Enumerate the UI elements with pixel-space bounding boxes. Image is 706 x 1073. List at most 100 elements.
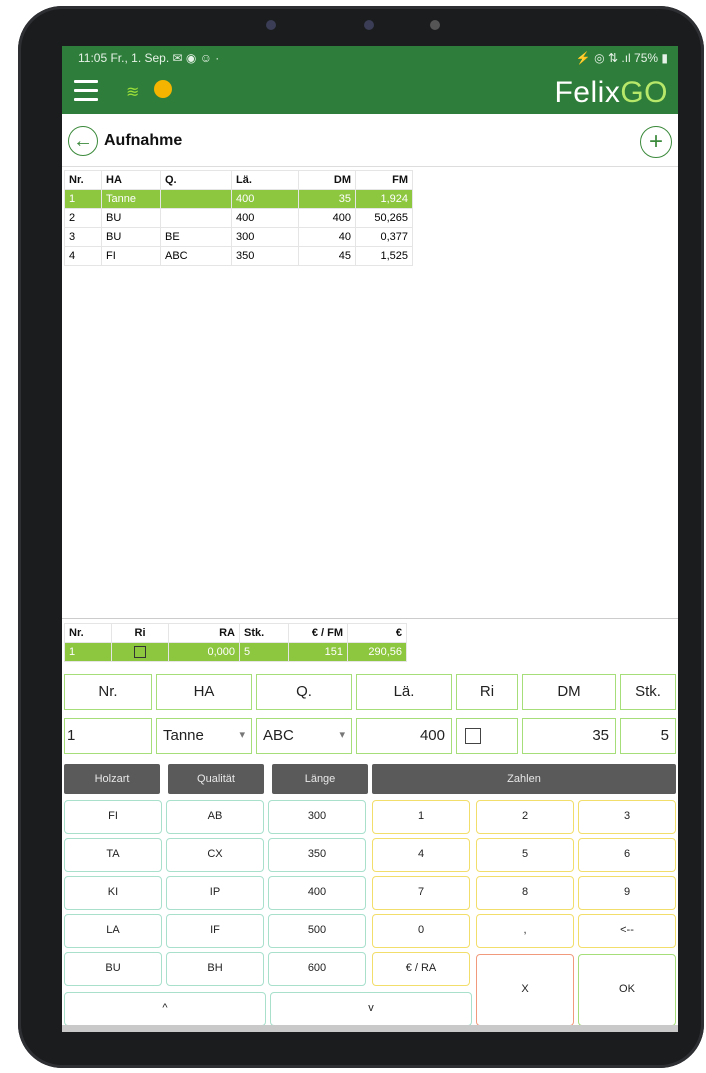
cell: 0,000	[168, 642, 240, 662]
bottom-strip	[62, 1025, 678, 1032]
x-button[interactable]: X	[476, 954, 574, 1026]
label-la: Lä.	[356, 674, 452, 710]
tab-holzart[interactable]: Holzart	[64, 764, 160, 794]
sensor-icon	[364, 20, 374, 30]
col-header: Ri	[111, 623, 169, 643]
cell: 2	[64, 208, 102, 228]
la-field[interactable]: 400	[356, 718, 452, 754]
key-laenge-2[interactable]: 400	[268, 876, 366, 910]
label-stk: Stk.	[620, 674, 676, 710]
dm-field[interactable]: 35	[522, 718, 616, 754]
key-qualitaet-1[interactable]: CX	[166, 838, 264, 872]
label-ha: HA	[156, 674, 252, 710]
menu-icon[interactable]	[74, 80, 98, 102]
key-zahlen-col2-3[interactable]: ,	[476, 914, 574, 948]
col-header: Stk.	[239, 623, 289, 643]
key-holzart-3[interactable]: LA	[64, 914, 162, 948]
col-header: €	[347, 623, 407, 643]
key-zahlen-col1-0[interactable]: 1	[372, 800, 470, 834]
cell: 1	[64, 189, 102, 209]
app-logo: FelixGO	[554, 76, 668, 109]
key-zahlen-col3-1[interactable]: 6	[578, 838, 676, 872]
app-bar: ≋ FelixGO	[62, 70, 678, 114]
back-button[interactable]: ←	[68, 126, 98, 156]
cell: FI	[101, 246, 161, 266]
key-qualitaet-2[interactable]: IP	[166, 876, 264, 910]
nr-field[interactable]: 1	[64, 718, 152, 754]
key-qualitaet-0[interactable]: AB	[166, 800, 264, 834]
key-zahlen-col2-0[interactable]: 2	[476, 800, 574, 834]
table-row[interactable]: 2 BU 400 400 50,265	[64, 208, 413, 228]
cell: 40	[298, 227, 356, 247]
ri-checkbox-cell[interactable]	[111, 642, 169, 662]
label-ri: Ri	[456, 674, 518, 710]
ha-select[interactable]: Tanne ▾	[156, 718, 252, 754]
key-zahlen-col1-2[interactable]: 7	[372, 876, 470, 910]
cell: BU	[101, 208, 161, 228]
cell: 4	[64, 246, 102, 266]
front-camera-icon	[430, 20, 440, 30]
ri-checkbox-field[interactable]	[456, 718, 518, 754]
q-select[interactable]: ABC ▾	[256, 718, 352, 754]
globe-icon[interactable]	[154, 80, 172, 98]
cell: 3	[64, 227, 102, 247]
key-zahlen-col2-2[interactable]: 8	[476, 876, 574, 910]
tab-zahlen[interactable]: Zahlen	[372, 764, 676, 794]
col-header[interactable]: DM	[298, 170, 356, 190]
key-laenge-1[interactable]: 350	[268, 838, 366, 872]
table-row[interactable]: 4 FI ABC 350 45 1,525	[64, 246, 413, 266]
chevron-down-icon: ▾	[239, 729, 245, 741]
cell: 1,924	[355, 189, 413, 209]
key-laenge-3[interactable]: 500	[268, 914, 366, 948]
status-bar: 11:05 Fr., 1. Sep. ✉ ◉ ☺ · ⚡ ◎ ⇅ .ıl 75%…	[62, 46, 678, 70]
key-laenge-0[interactable]: 300	[268, 800, 366, 834]
cell: Tanne	[101, 189, 161, 209]
key-holzart-2[interactable]: KI	[64, 876, 162, 910]
cell: 5	[239, 642, 289, 662]
key-laenge-4[interactable]: 600	[268, 952, 366, 986]
key-qualitaet-3[interactable]: IF	[166, 914, 264, 948]
key-zahlen-col1-3[interactable]: 0	[372, 914, 470, 948]
cell: 50,265	[355, 208, 413, 228]
summary-row[interactable]: 1 0,000 5 151 290,56	[64, 642, 407, 662]
table-row[interactable]: 1 Tanne 400 35 1,924	[64, 189, 413, 209]
q-value: ABC	[263, 727, 294, 744]
cell	[160, 189, 232, 209]
label-nr: Nr.	[64, 674, 152, 710]
key-holzart-4[interactable]: BU	[64, 952, 162, 986]
key-zahlen-col1-4[interactable]: € / RA	[372, 952, 470, 986]
cell: 400	[298, 208, 356, 228]
up-button[interactable]: ^	[64, 992, 266, 1026]
col-header[interactable]: Nr.	[64, 170, 102, 190]
checkbox-icon[interactable]	[465, 728, 481, 745]
records-table: Nr. HA Q. Lä. DM FM 1 Tanne 400 35 1,924 2 BU 4…	[64, 170, 413, 266]
chevron-down-icon: ▾	[339, 729, 345, 741]
key-holzart-0[interactable]: FI	[64, 800, 162, 834]
cell: 1	[64, 642, 112, 662]
col-header[interactable]: FM	[355, 170, 413, 190]
add-button[interactable]: +	[640, 126, 672, 158]
table-row[interactable]: 3 BU BE 300 40 0,377	[64, 227, 413, 247]
checkbox-icon[interactable]	[134, 646, 146, 659]
down-button[interactable]: v	[270, 992, 472, 1026]
key-zahlen-col3-0[interactable]: 3	[578, 800, 676, 834]
col-header[interactable]: Lä.	[231, 170, 299, 190]
stk-field[interactable]: 5	[620, 718, 676, 754]
page-header: ← Aufnahme +	[62, 118, 678, 167]
screen: 11:05 Fr., 1. Sep. ✉ ◉ ☺ · ⚡ ◎ ⇅ .ıl 75%…	[62, 46, 678, 1032]
tab-laenge[interactable]: Länge	[272, 764, 368, 794]
key-zahlen-col2-1[interactable]: 5	[476, 838, 574, 872]
key-zahlen-col3-3[interactable]: <--	[578, 914, 676, 948]
tab-qualitaet[interactable]: Qualität	[168, 764, 264, 794]
label-q: Q.	[256, 674, 352, 710]
status-time: 11:05 Fr., 1. Sep. ✉ ◉ ☺ ·	[78, 51, 220, 65]
key-holzart-1[interactable]: TA	[64, 838, 162, 872]
key-zahlen-col3-2[interactable]: 9	[578, 876, 676, 910]
col-header[interactable]: HA	[101, 170, 161, 190]
key-zahlen-col1-1[interactable]: 4	[372, 838, 470, 872]
camera-icon	[266, 20, 276, 30]
col-header[interactable]: Q.	[160, 170, 232, 190]
signal-icon: ≋	[126, 84, 140, 101]
key-qualitaet-4[interactable]: BH	[166, 952, 264, 986]
ok-button[interactable]: OK	[578, 954, 676, 1026]
